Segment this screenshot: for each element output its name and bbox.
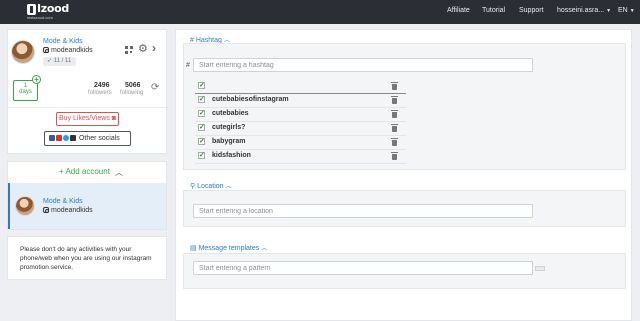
chevron-up-icon[interactable]: ︿ xyxy=(115,167,123,178)
following-label: following xyxy=(120,90,144,96)
qr-code-icon[interactable] xyxy=(125,46,133,54)
message-icon: ▤ xyxy=(190,245,199,252)
account-list-username: modeandkids xyxy=(43,207,93,214)
pattern-input[interactable] xyxy=(193,261,533,275)
nav-language[interactable]: EN ▼ xyxy=(618,7,635,14)
trash-icon[interactable] xyxy=(391,124,398,132)
twitter-icon xyxy=(63,135,69,141)
hashtag-checkbox[interactable]: ✓ xyxy=(198,124,205,131)
trash-icon[interactable] xyxy=(391,138,398,146)
hashtag-checkbox[interactable]: ✓ xyxy=(198,110,205,117)
top-navbar: Izood instazood.com Affiliate Tutorial S… xyxy=(0,0,640,24)
followers-label: followers xyxy=(88,90,112,96)
rocket-badge-label: 11 / 11 xyxy=(53,58,72,64)
nav-tutorial[interactable]: Tutorial xyxy=(482,7,505,14)
location-section-title: Location xyxy=(197,183,224,190)
hashtag-checkbox[interactable]: ✓ xyxy=(198,96,205,103)
chevron-down-icon: ▼ xyxy=(606,8,612,14)
followers-count: 2496 xyxy=(94,82,110,89)
logo-text: Izood xyxy=(37,2,69,15)
days-label: days xyxy=(19,89,32,95)
hashtag-checkbox[interactable]: ✓ xyxy=(198,152,205,159)
account-list-name: Mode & Kids xyxy=(43,198,83,205)
instagram-icon: ◙ xyxy=(111,115,117,122)
nav-support[interactable]: Support xyxy=(519,7,544,14)
trash-icon[interactable] xyxy=(391,152,398,160)
rocket-icon: ➶ xyxy=(47,58,54,64)
location-section-toggle[interactable]: ⚲ Location ︿ xyxy=(190,181,232,190)
message-templates-title: Message templates xyxy=(198,245,260,252)
nav-affiliate[interactable]: Affiliate xyxy=(447,7,470,14)
facebook-icon xyxy=(49,135,55,141)
other-socials-label: Other socials xyxy=(78,135,120,142)
other-socials-button[interactable]: Other socials xyxy=(44,131,131,146)
hash-prefix: # xyxy=(186,62,190,69)
add-account-button[interactable]: + Add account xyxy=(59,167,110,176)
buy-likes-button[interactable]: Buy Likes/Views ◙ xyxy=(56,112,119,126)
youtube-icon xyxy=(56,135,62,141)
trash-icon[interactable] xyxy=(391,82,398,90)
hashtag-text: cutegirls? xyxy=(212,124,246,131)
refresh-icon[interactable]: ⟳ xyxy=(151,83,159,93)
following-count: 5066 xyxy=(125,82,141,89)
account-list-username-label: modeandkids xyxy=(51,207,93,214)
chevron-up-icon: ︿ xyxy=(261,246,268,252)
account-username-label: modeandkids xyxy=(51,47,93,54)
hashtag-input[interactable] xyxy=(193,58,533,72)
divider xyxy=(8,107,166,108)
nav-user-label: hosseini.asra... xyxy=(557,7,605,14)
hashtag-text: kidsfashion xyxy=(212,152,251,159)
select-all-checkbox[interactable]: ✓ xyxy=(198,82,205,89)
logo[interactable]: Izood instazood.com xyxy=(27,2,69,21)
buy-likes-label: Buy Likes/Views xyxy=(58,115,110,122)
message-templates-toggle[interactable]: ▤ Message templates ︿ xyxy=(190,243,267,252)
avatar[interactable] xyxy=(11,40,35,64)
location-input[interactable] xyxy=(193,204,533,218)
trash-icon[interactable] xyxy=(391,110,398,118)
logo-subtitle: instazood.com xyxy=(27,15,53,20)
nav-user-menu[interactable]: hosseini.asra... ▼ xyxy=(557,7,611,14)
rocket-badge: ➶ 11 / 11 xyxy=(43,57,76,66)
add-days-icon[interactable]: + xyxy=(32,75,41,84)
account-name[interactable]: Mode & Kids xyxy=(43,38,83,45)
hashtag-checkbox[interactable]: ✓ xyxy=(198,138,205,145)
instagram-icon xyxy=(43,207,49,213)
notice-text: Please don't do any activities with your… xyxy=(20,246,152,271)
hashtag-text: cutebabiesofinstagram xyxy=(212,96,289,103)
instagram-icon xyxy=(43,47,49,53)
chevron-down-icon: ▼ xyxy=(629,8,635,14)
hashtag-text: cutebabies xyxy=(212,110,249,117)
nav-language-label: EN xyxy=(618,7,628,14)
plus-square-icon xyxy=(70,135,76,141)
hashtag-table-header xyxy=(195,81,406,94)
chevron-right-icon[interactable]: › xyxy=(152,42,156,54)
gear-icon[interactable]: ⚙ xyxy=(138,44,148,55)
trash-icon[interactable] xyxy=(391,96,398,104)
hashtag-text: babygram xyxy=(212,138,246,145)
account-username: modeandkids xyxy=(43,47,93,54)
avatar xyxy=(15,196,35,216)
add-pattern-button[interactable] xyxy=(535,266,545,271)
logo-icon xyxy=(27,4,36,15)
